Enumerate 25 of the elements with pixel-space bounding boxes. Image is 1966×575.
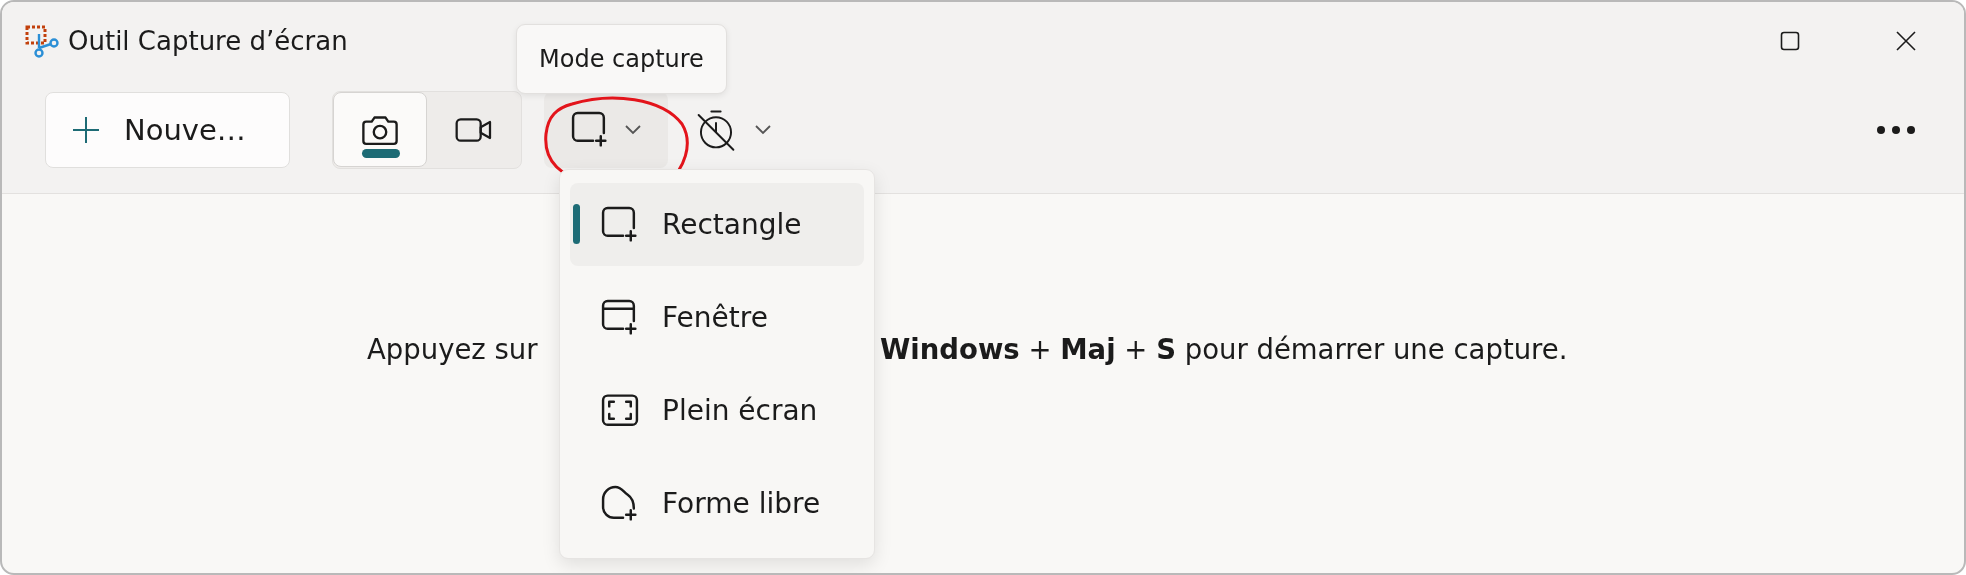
new-button[interactable]: Nouve… — [45, 92, 290, 168]
hint-text: Appuyez sur — [367, 333, 539, 365]
more-icon — [1876, 125, 1916, 135]
snipping-tool-icon — [24, 24, 60, 58]
close-icon — [1896, 31, 1916, 51]
tooltip: Mode capture — [516, 24, 727, 94]
rectangle-plus-icon — [570, 110, 610, 150]
freeform-plus-icon — [600, 483, 640, 524]
rectangle-plus-icon — [600, 204, 640, 245]
menu-item[interactable]: Forme libre — [570, 462, 864, 545]
menu-item[interactable]: Rectangle — [570, 183, 864, 266]
hint-text: Windows + Maj + S pour démarrer une capture. — [880, 333, 1568, 365]
selection-indicator — [573, 204, 580, 244]
plus-icon — [72, 116, 100, 144]
chevron-down-icon — [624, 124, 642, 136]
timer-off-icon — [696, 108, 736, 152]
window-title: Outil Capture d’écran — [68, 26, 348, 56]
photo-mode-button[interactable] — [333, 92, 427, 167]
menu-item[interactable]: Fenêtre — [570, 276, 864, 359]
chevron-down-icon — [754, 124, 772, 136]
capture-mode-dropdown[interactable] — [544, 92, 668, 168]
selection-indicator — [362, 149, 400, 158]
window-plus-icon — [600, 297, 640, 338]
menu-item[interactable]: Plein écran — [570, 369, 864, 452]
maximize-icon — [1780, 31, 1800, 51]
